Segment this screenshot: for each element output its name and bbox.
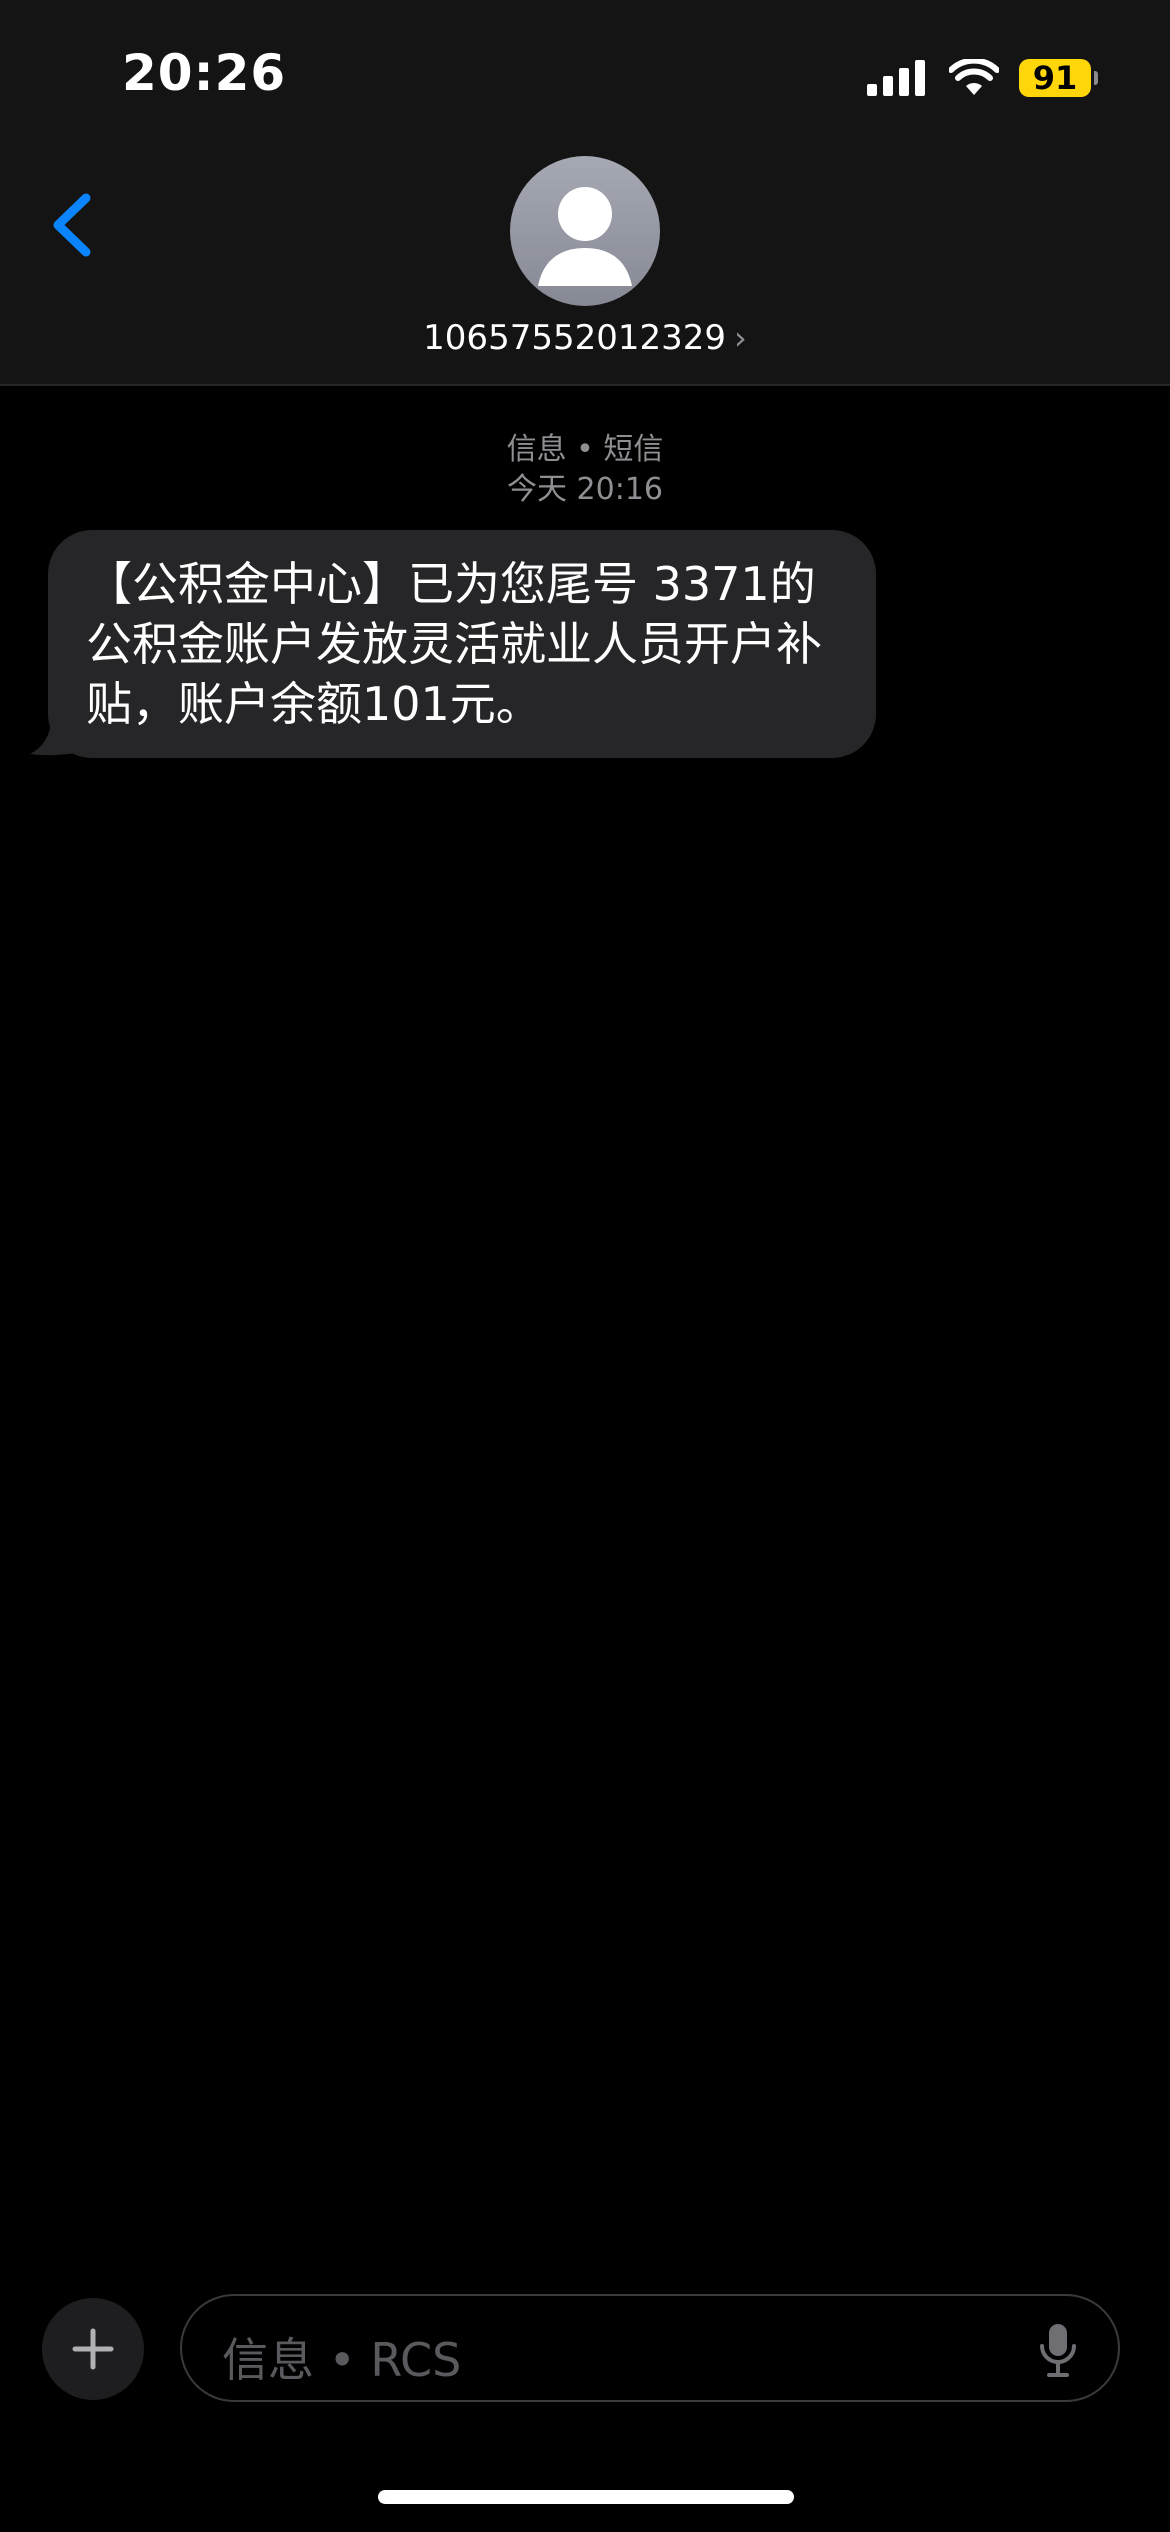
chevron-left-icon[interactable] [44,190,104,260]
wifi-icon [949,59,999,95]
plus-icon [72,2328,114,2370]
battery-tip [1094,71,1098,85]
conversation-header: 20:26 91 10657552012329 › [0,0,1170,386]
contact-name-button[interactable]: 10657552012329 › [0,318,1170,358]
avatar[interactable] [510,156,660,306]
status-time: 20:26 [122,44,287,102]
cellular-signal-icon [867,60,931,96]
message-input-placeholder: 信息 • RCS [222,2333,462,2387]
status-icons: 91 [867,56,1098,100]
message-bubble-incoming[interactable]: 【公积金中心】已为您尾号 3371的公积金账户发放灵活就业人员开户补贴，账户余额… [48,530,876,758]
message-timestamp: 今天 20:16 [507,472,663,507]
chevron-right-icon: › [734,319,747,357]
person-icon [538,187,632,286]
home-indicator[interactable] [378,2490,794,2504]
add-attachment-button[interactable] [42,2298,144,2400]
battery-level: 91 [1032,59,1078,97]
battery-icon: 91 [1019,59,1091,97]
contact-number: 10657552012329 [423,318,727,358]
microphone-icon[interactable] [1038,2322,1078,2378]
message-input[interactable]: 信息 • RCS [180,2294,1120,2402]
message-service-label: 信息 • 短信 [506,432,664,467]
